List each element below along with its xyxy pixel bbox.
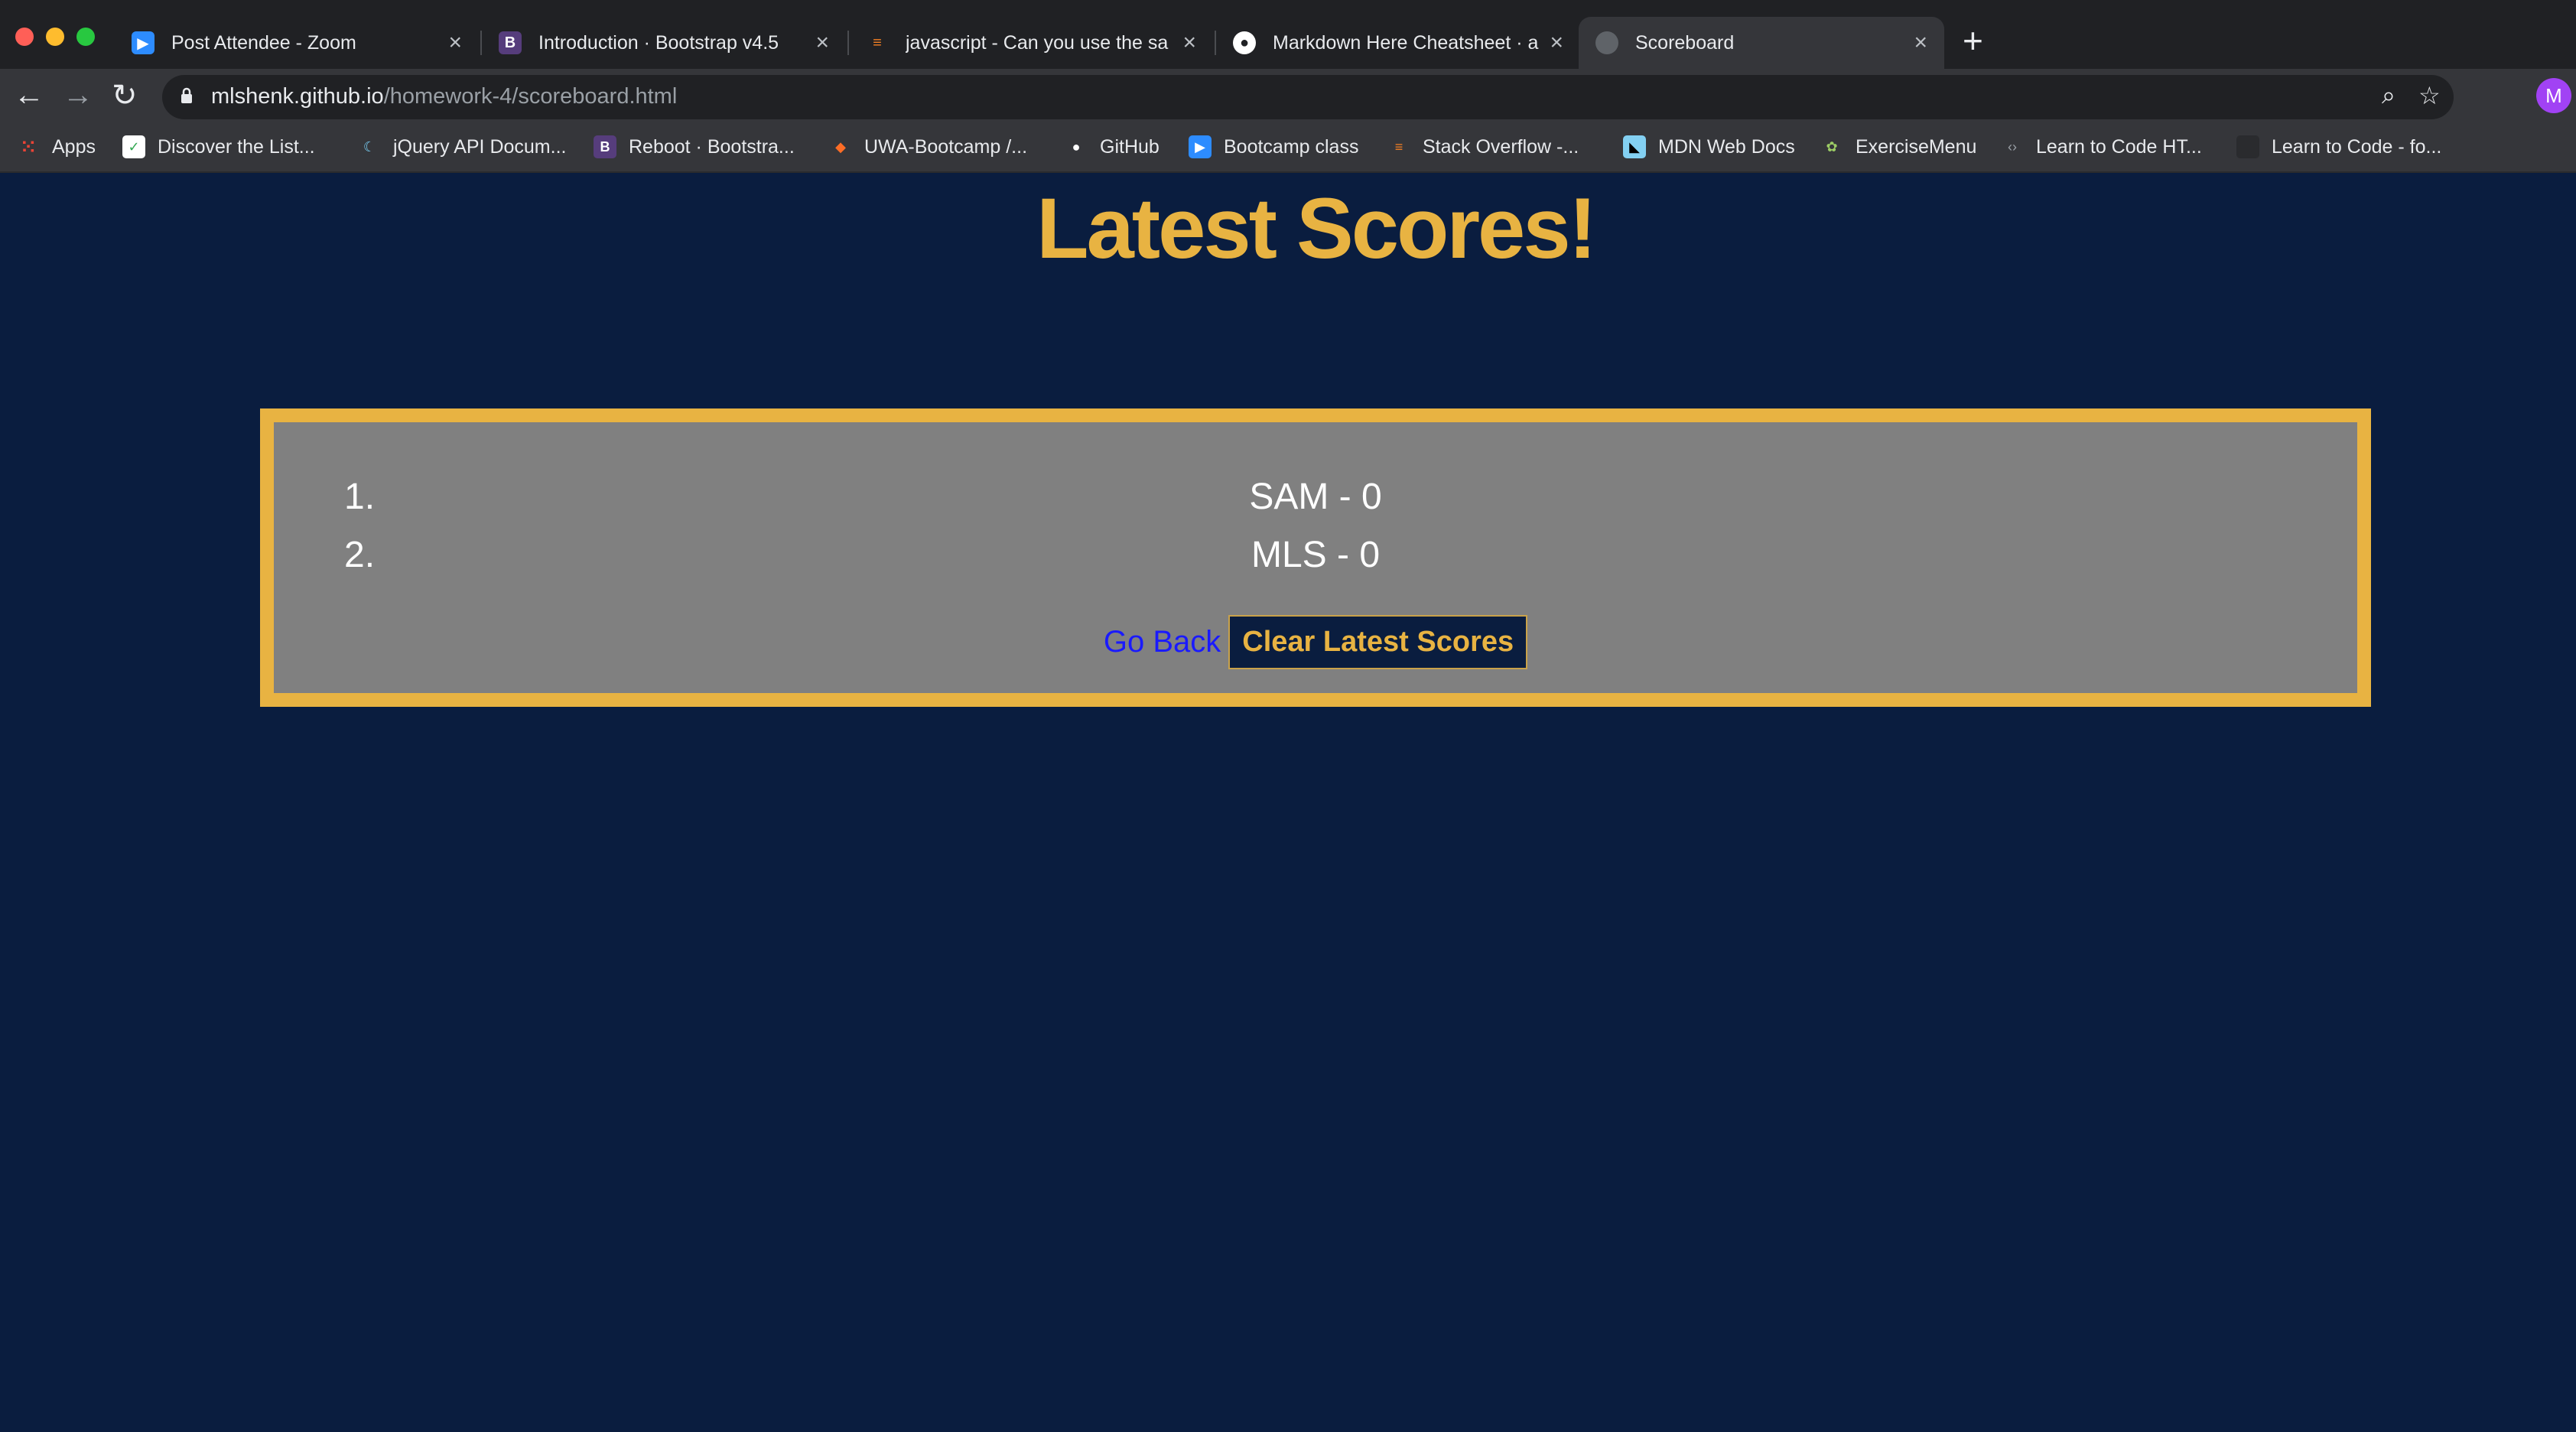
bookmark-label: Apps [52, 135, 96, 158]
reload-icon[interactable]: ↻ [112, 78, 138, 113]
score-actions: Go Back Clear Latest Scores [274, 615, 2357, 669]
zoom-icon: ▶ [132, 31, 154, 54]
tab-label: javascript - Can you use the sa [906, 31, 1169, 54]
close-icon[interactable]: × [448, 30, 462, 56]
bookmark-label: MDN Web Docs [1658, 135, 1795, 158]
bootstrap-icon: B [594, 135, 616, 158]
bookmark-star-icon[interactable]: ☆ [2418, 81, 2441, 110]
zoom-magnifier-icon[interactable]: ⌕ [2382, 81, 2395, 110]
close-window-button[interactable] [15, 28, 34, 46]
bookmark-label: GitHub [1100, 135, 1160, 158]
tab-zoom[interactable]: ▶ Post Attendee - Zoom × [115, 17, 479, 69]
bookmark-jquery[interactable]: ☾ jQuery API Docum... [358, 132, 567, 162]
list-item: 2. MLS - 0 [274, 534, 2357, 592]
bookmark-label: Learn to Code - fo... [2272, 135, 2442, 158]
toolbar: ← → ↻ mlshenk.github.io/homework-4/score… [0, 69, 2576, 124]
stackoverflow-icon: ≡ [1394, 138, 1403, 155]
apps-grid-icon: ⁙ [20, 136, 37, 158]
close-icon[interactable]: × [815, 30, 829, 56]
clear-scores-button[interactable]: Clear Latest Scores [1228, 615, 1528, 669]
bookmarks-bar: ⁙ Apps ✓ Discover the List... ☾ jQuery A… [0, 124, 2576, 173]
bookmark-github[interactable]: ● GitHub [1065, 132, 1160, 162]
gitlab-icon: ◆ [835, 138, 846, 155]
tab-label: Post Attendee - Zoom [171, 31, 356, 54]
bootstrap-icon: B [499, 31, 522, 54]
bookmark-learn-to-code-fo[interactable]: Learn to Code - fo... [2236, 132, 2441, 162]
url-text: mlshenk.github.io/homework-4/scoreboard.… [211, 84, 677, 109]
bookmark-learn-to-code-html[interactable]: ‹› Learn to Code HT... [2001, 132, 2202, 162]
maximize-window-button[interactable] [76, 28, 95, 46]
bookmark-label: Learn to Code HT... [2036, 135, 2202, 158]
tab-strip: ▶ Post Attendee - Zoom × B Introduction … [0, 0, 2576, 69]
code-icon: ‹› [2008, 138, 2017, 155]
bookmark-reboot[interactable]: B Reboot · Bootstra... [594, 132, 795, 162]
new-tab-button[interactable]: + [1963, 20, 1983, 61]
url-path: /homework-4/scoreboard.html [383, 84, 678, 109]
bookmark-discover[interactable]: ✓ Discover the List... [122, 132, 315, 162]
freecodecamp-icon [2236, 135, 2259, 158]
exercise-icon: ✿ [1826, 138, 1838, 155]
stackoverflow-icon: ≡ [873, 34, 882, 51]
minimize-window-button[interactable] [46, 28, 64, 46]
bookmark-label: jQuery API Docum... [393, 135, 567, 158]
tab-markdown-cheatsheet[interactable]: ● Markdown Here Cheatsheet · a × [1216, 17, 1580, 69]
tab-stackoverflow[interactable]: ≡ javascript - Can you use the sa × [849, 17, 1213, 69]
bookmark-label: Discover the List... [158, 135, 315, 158]
jquery-icon: ☾ [363, 138, 376, 155]
mdn-icon: ◣ [1623, 135, 1646, 158]
tab-label: Markdown Here Cheatsheet · a [1273, 31, 1539, 54]
tab-scoreboard[interactable]: Scoreboard × [1579, 17, 1944, 69]
bookmark-label: ExerciseMenu [1856, 135, 1977, 158]
bookmark-apps[interactable]: ⁙ Apps [17, 132, 96, 162]
tab-label: Scoreboard [1635, 31, 1735, 54]
bookmark-stackoverflow[interactable]: ≡ Stack Overflow -... [1387, 132, 1579, 162]
bookmark-bootcamp-class[interactable]: ▶ Bootcamp class [1189, 132, 1358, 162]
score-list: 1. SAM - 0 2. MLS - 0 [274, 476, 2357, 592]
bookmark-exercisemenu[interactable]: ✿ ExerciseMenu [1820, 132, 1976, 162]
bookmark-mdn[interactable]: ◣ MDN Web Docs [1623, 132, 1795, 162]
bookmark-label: UWA-Bootcamp /... [864, 135, 1028, 158]
back-icon[interactable]: ← [14, 78, 44, 112]
browser-chrome: ▶ Post Attendee - Zoom × B Introduction … [0, 0, 2576, 173]
zoom-icon: ▶ [1189, 135, 1212, 158]
go-back-link[interactable]: Go Back [1104, 625, 1221, 659]
close-icon[interactable]: × [1914, 30, 1927, 56]
tab-bootstrap[interactable]: B Introduction · Bootstrap v4.5 × [482, 17, 846, 69]
close-icon[interactable]: × [1182, 30, 1196, 56]
address-bar[interactable]: mlshenk.github.io/homework-4/scoreboard.… [162, 75, 2454, 119]
bookmark-label: Reboot · Bootstra... [629, 135, 795, 158]
bookmark-uwa-bootcamp[interactable]: ◆ UWA-Bootcamp /... [829, 132, 1027, 162]
scoreboard-panel: 1. SAM - 0 2. MLS - 0 Go Back Clear Late… [260, 408, 2371, 707]
url-host: mlshenk.github.io [211, 84, 384, 109]
list-item: 1. SAM - 0 [274, 476, 2357, 534]
bookmark-label: Stack Overflow -... [1423, 135, 1579, 158]
list-icon: ✓ [122, 135, 145, 158]
globe-icon [1595, 31, 1618, 54]
score-entry: SAM - 0 [1249, 477, 1382, 517]
github-icon: ● [1233, 31, 1256, 54]
score-entry: MLS - 0 [1251, 535, 1381, 575]
close-icon[interactable]: × [1550, 30, 1563, 56]
github-icon: ● [1072, 138, 1081, 155]
forward-icon[interactable]: → [63, 78, 93, 112]
bookmark-label: Bootcamp class [1224, 135, 1359, 158]
avatar[interactable]: M [2536, 78, 2571, 113]
lock-icon [181, 87, 192, 103]
tab-label: Introduction · Bootstrap v4.5 [538, 31, 779, 54]
page-title: Latest Scores! [1036, 181, 1597, 276]
